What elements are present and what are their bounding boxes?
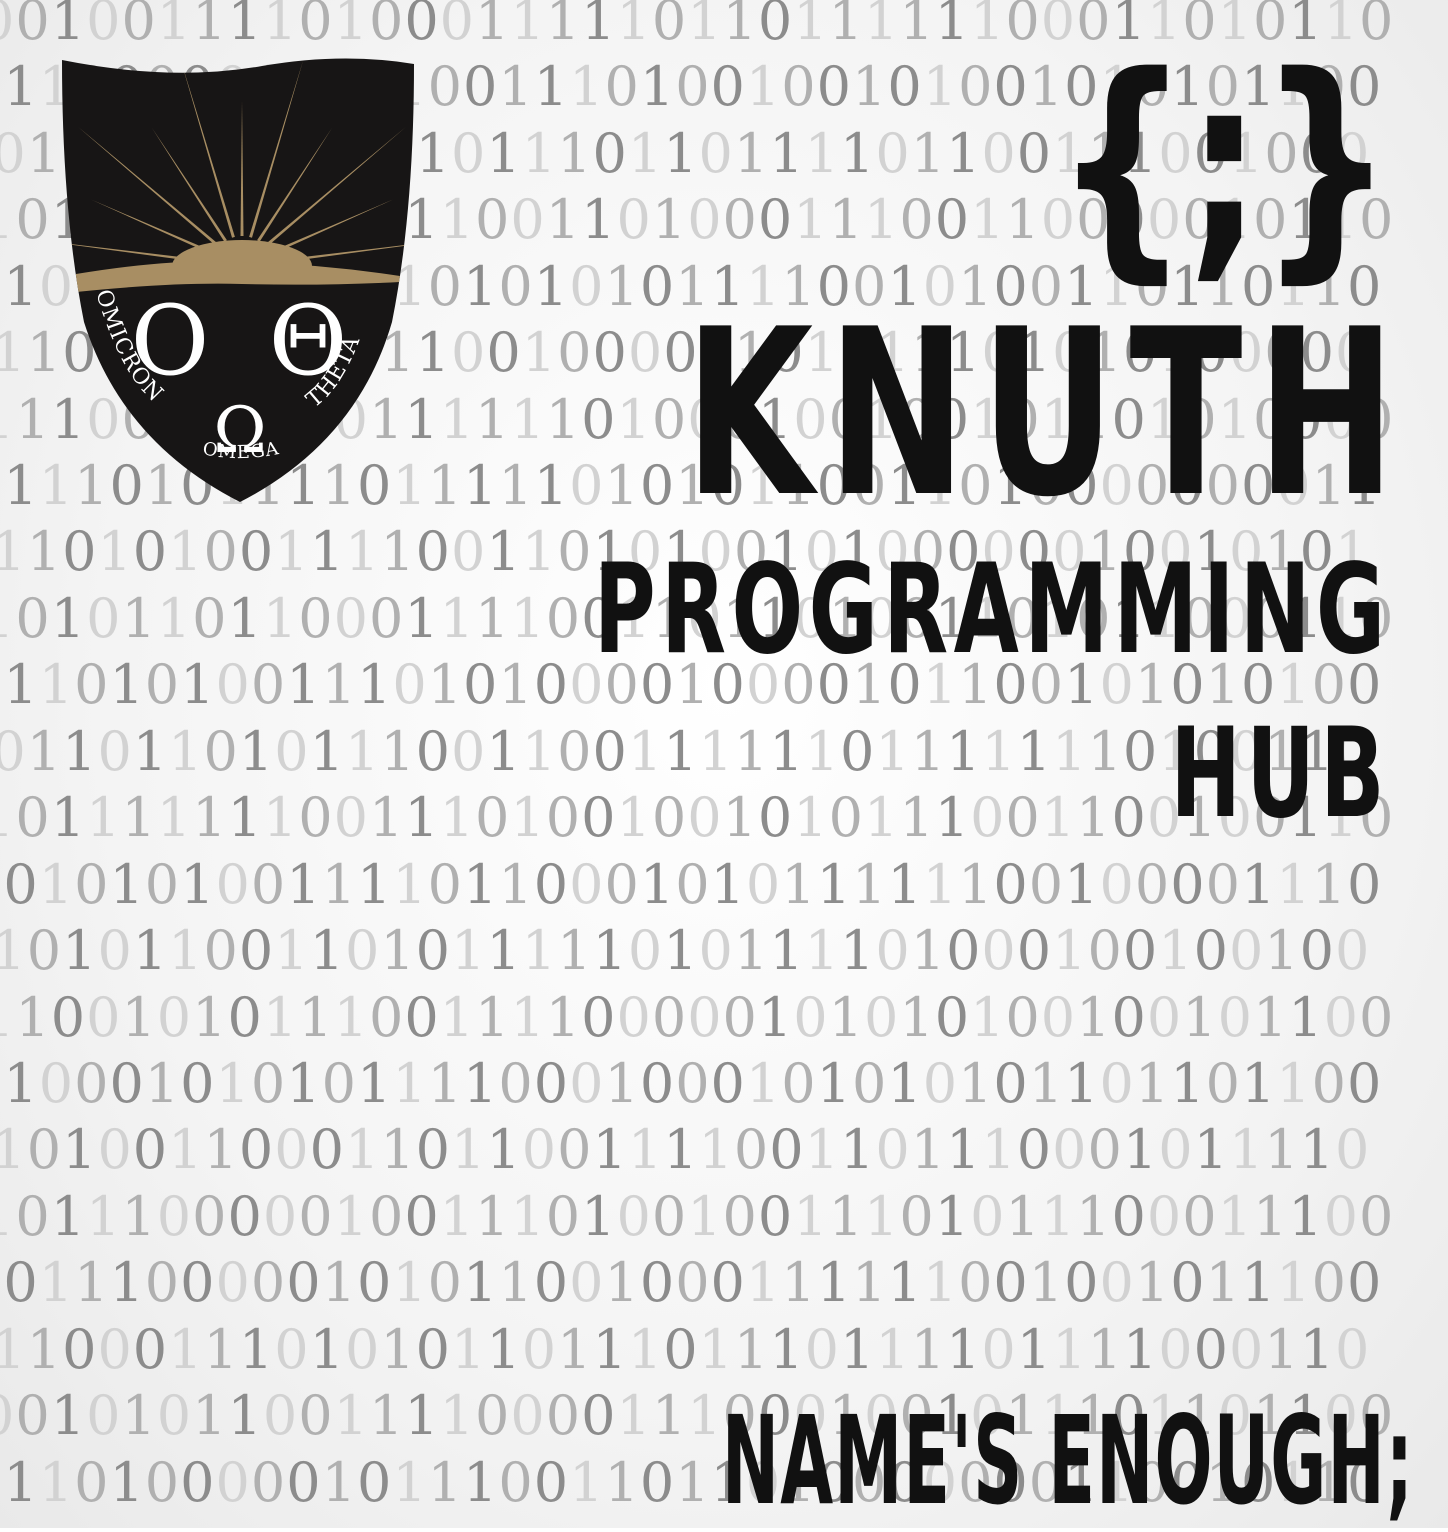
binary-row: 1011011010111001100111111011111110100110 bbox=[0, 719, 1371, 783]
binary-row: 1011100000101011001000111111001001011100 bbox=[0, 1251, 1383, 1315]
binary-row: 1100101011100111100000101010100100101100 bbox=[0, 985, 1395, 1049]
binary-row: 1011100000100111010010011101011100011100 bbox=[0, 1184, 1395, 1248]
binary-row: 1101011001101011111010111101000100100100 bbox=[0, 919, 1371, 983]
omicron-omega-theta-crest: Ο Ω Θ OMICRON THETA OMEGA bbox=[52, 52, 424, 508]
binary-row: 1100010101011110001000101010101101101100 bbox=[0, 1051, 1383, 1115]
brace-semicolon-logo: {;} bbox=[1054, 24, 1395, 304]
binary-row: 1010101001111011000101011111100100001110 bbox=[0, 852, 1383, 916]
binary-row: 1101001100011011001111001101110001011110 bbox=[0, 1118, 1371, 1182]
title-knuth: KNUTH bbox=[685, 281, 1410, 548]
subtitle-hub: HUB bbox=[1170, 702, 1390, 846]
tagline: NAME'S ENOUGH; bbox=[721, 1390, 1414, 1532]
binary-row: 0110001110101011011101110111101111000110 bbox=[0, 1317, 1371, 1381]
subtitle-programming: PROGRAMMING bbox=[593, 538, 1390, 682]
